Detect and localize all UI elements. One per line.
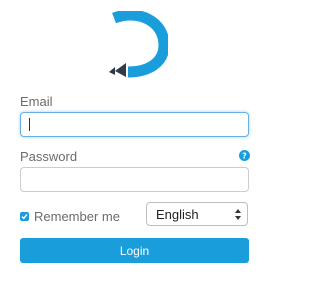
password-field[interactable]	[20, 167, 249, 192]
language-select-value: English	[156, 206, 199, 222]
email-field[interactable]	[20, 112, 249, 137]
svg-text:?: ?	[242, 152, 247, 161]
question-circle-icon[interactable]: ?	[239, 150, 250, 161]
language-select[interactable]: English	[146, 202, 248, 226]
password-label: Password	[20, 149, 78, 164]
remember-me-toggle[interactable]: Remember me	[20, 209, 120, 224]
checkmark-icon	[21, 214, 28, 220]
remember-me-checkbox[interactable]	[20, 212, 29, 221]
remember-me-label: Remember me	[34, 209, 120, 224]
marker-pen-logo-icon	[109, 11, 168, 78]
select-arrows-icon	[235, 209, 241, 220]
text-cursor	[29, 118, 30, 131]
login-button[interactable]: Login	[20, 238, 249, 263]
email-label: Email	[20, 94, 53, 109]
